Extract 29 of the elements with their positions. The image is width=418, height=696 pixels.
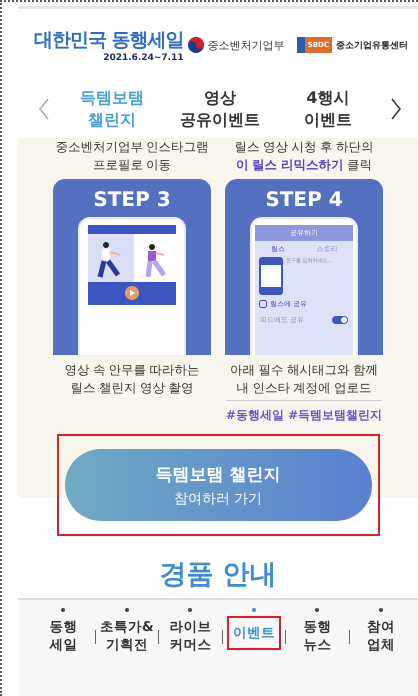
step-instruction: 릴스 영상 시청 후 하단의 이 릴스 리믹스하기 클릭 [234,138,374,174]
ministry-name: 중소벤처기업부 [208,38,285,52]
nav-item[interactable]: 초특가& 기획전 [98,616,156,657]
step-title: STEP 4 [265,187,343,212]
step-instruction: 중소벤처기업부 인스타그램 프로필로 이동 [55,138,209,174]
prizes-heading: 경품 안내 [158,558,278,592]
taegeuk-icon [188,37,204,53]
chevron-right-icon[interactable] [390,98,402,120]
reels-icon [259,300,267,308]
step-caption: 아래 필수 해시태그와 함께 내 인스타 계정에 업로드 [230,361,378,396]
dot-icon [61,608,66,612]
step-caption: 영상 속 안무를 따라하는 릴스 챌린지 영상 촬영 [64,361,200,396]
logo-title: 대한민국 동행세일 [34,28,184,53]
nav-item[interactable]: 동행 뉴스 [301,616,334,657]
hashtags: #동행세일 #득템보탬챌린지 [226,400,382,424]
logo-dates: 2021.6.24~7.11 [103,53,184,63]
event-tab[interactable]: 영상 공유이벤트 [174,87,266,130]
event-tab[interactable]: 4행시 이벤트 [282,87,374,130]
video-thumbnail-icon [259,257,283,296]
dot-icon [315,608,320,612]
step-title: STEP 3 [93,187,171,212]
dot-icon [124,608,129,612]
nav-item[interactable]: 동행 세일 [47,616,80,657]
nav-item[interactable]: 참여 업체 [364,616,397,657]
nav-item[interactable]: 라이브 커머스 [167,616,214,657]
dot-icon [252,608,256,612]
sbdc-name: 중소기업유통센터 [336,40,408,52]
dot-icon [378,608,383,612]
dot-icon [188,608,192,612]
